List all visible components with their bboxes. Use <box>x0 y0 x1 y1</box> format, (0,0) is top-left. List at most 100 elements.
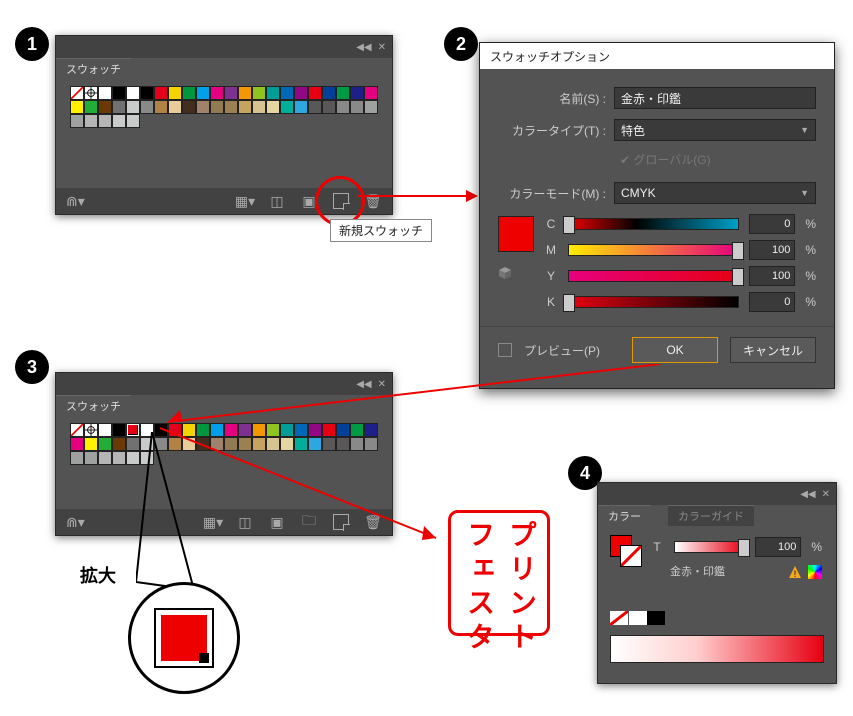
swatch[interactable] <box>322 86 336 100</box>
swatch[interactable] <box>364 100 378 114</box>
swatch[interactable] <box>98 100 112 114</box>
swatch[interactable] <box>210 100 224 114</box>
swatches-grid[interactable] <box>70 86 378 128</box>
swatches-grid[interactable] <box>70 423 378 465</box>
swatch[interactable] <box>168 437 182 451</box>
swatch[interactable] <box>112 451 126 465</box>
swatch[interactable] <box>182 437 196 451</box>
swatch[interactable] <box>238 100 252 114</box>
show-kinds-icon[interactable]: ▦▾ <box>204 513 222 531</box>
swatch[interactable] <box>98 114 112 128</box>
swatch[interactable] <box>196 437 210 451</box>
swatch[interactable] <box>280 437 294 451</box>
new-group-icon[interactable]: ▣ <box>268 513 286 531</box>
swatch[interactable] <box>140 423 154 437</box>
new-group-icon[interactable]: ▣ <box>300 192 318 210</box>
swatch[interactable] <box>182 423 196 437</box>
swatches-tab[interactable]: スウォッチ <box>56 395 131 416</box>
none-white-black-chips[interactable] <box>610 611 665 625</box>
swatch[interactable] <box>168 423 182 437</box>
swatch[interactable] <box>238 437 252 451</box>
c-value[interactable]: 0 <box>749 214 795 234</box>
swatch[interactable] <box>154 86 168 100</box>
swatch[interactable] <box>266 437 280 451</box>
swatch[interactable] <box>210 423 224 437</box>
swatch[interactable] <box>238 423 252 437</box>
color-type-select[interactable]: 特色▼ <box>614 119 816 141</box>
swatch[interactable] <box>280 86 294 100</box>
delete-icon[interactable]: 🗑 <box>364 513 382 531</box>
swatch[interactable] <box>336 86 350 100</box>
color-guide-tab[interactable]: カラーガイド <box>668 505 754 526</box>
collapse-icon[interactable]: ◀◀ <box>800 489 815 500</box>
swatch[interactable] <box>168 86 182 100</box>
swatch[interactable] <box>294 423 308 437</box>
swatch[interactable] <box>84 100 98 114</box>
swatch[interactable] <box>112 114 126 128</box>
m-slider[interactable] <box>568 244 739 256</box>
swatch[interactable] <box>336 423 350 437</box>
swatch[interactable] <box>196 423 210 437</box>
swatch[interactable] <box>364 86 378 100</box>
swatch[interactable] <box>126 86 140 100</box>
swatch[interactable] <box>350 100 364 114</box>
swatch[interactable] <box>140 451 154 465</box>
collapse-icon[interactable]: ◀◀ <box>356 379 371 390</box>
close-icon[interactable]: ✕ <box>822 489 830 500</box>
swatch[interactable] <box>266 86 280 100</box>
swatch[interactable] <box>364 423 378 437</box>
swatch[interactable] <box>294 100 308 114</box>
swatch[interactable] <box>70 114 84 128</box>
collapse-icon[interactable]: ◀◀ <box>356 42 371 53</box>
swatch[interactable] <box>154 423 168 437</box>
swatch[interactable] <box>350 86 364 100</box>
swatch[interactable] <box>154 437 168 451</box>
swatch[interactable] <box>84 114 98 128</box>
swatch[interactable] <box>70 100 84 114</box>
swatch-libraries-icon[interactable]: ⋒▾ <box>66 514 85 531</box>
swatch[interactable] <box>336 437 350 451</box>
swatch[interactable] <box>182 100 196 114</box>
swatch[interactable] <box>294 86 308 100</box>
swatch[interactable] <box>224 423 238 437</box>
tint-ramp[interactable] <box>610 635 824 663</box>
swatch[interactable] <box>350 423 364 437</box>
swatch[interactable] <box>154 100 168 114</box>
out-of-gamut-icon[interactable]: ! <box>788 565 802 579</box>
swatch[interactable] <box>266 423 280 437</box>
swatch[interactable] <box>70 451 84 465</box>
swatch[interactable] <box>140 437 154 451</box>
show-kinds-icon[interactable]: ▦▾ <box>236 192 254 210</box>
swatch[interactable] <box>224 100 238 114</box>
name-field[interactable] <box>614 87 816 109</box>
swatch[interactable] <box>224 86 238 100</box>
swatch-options-icon[interactable]: ◫ <box>268 192 286 210</box>
cancel-button[interactable]: キャンセル <box>730 337 816 363</box>
fill-stroke-proxy[interactable] <box>610 535 642 567</box>
swatch[interactable] <box>364 437 378 451</box>
swatch[interactable] <box>224 437 238 451</box>
swatch[interactable] <box>308 100 322 114</box>
tint-slider[interactable] <box>674 541 745 553</box>
swatch[interactable] <box>252 437 266 451</box>
new-swatch-button[interactable] <box>332 513 350 531</box>
swatch[interactable] <box>126 114 140 128</box>
swatch[interactable] <box>252 100 266 114</box>
swatch[interactable] <box>84 451 98 465</box>
swatch[interactable] <box>168 100 182 114</box>
y-value[interactable]: 100 <box>749 266 795 286</box>
new-spot-swatch[interactable] <box>126 423 140 437</box>
swatch-options-icon[interactable]: ◫ <box>236 513 254 531</box>
color-wheel-icon[interactable] <box>808 565 822 579</box>
preview-checkbox[interactable] <box>498 343 512 357</box>
swatch[interactable] <box>210 437 224 451</box>
swatch[interactable] <box>336 100 350 114</box>
m-value[interactable]: 100 <box>749 240 795 260</box>
swatch[interactable] <box>140 100 154 114</box>
swatch[interactable] <box>98 437 112 451</box>
swatch[interactable] <box>140 86 154 100</box>
swatch-libraries-icon[interactable]: ⋒▾ <box>66 193 85 210</box>
swatch[interactable] <box>294 437 308 451</box>
swatch[interactable] <box>112 100 126 114</box>
swatch[interactable] <box>266 100 280 114</box>
